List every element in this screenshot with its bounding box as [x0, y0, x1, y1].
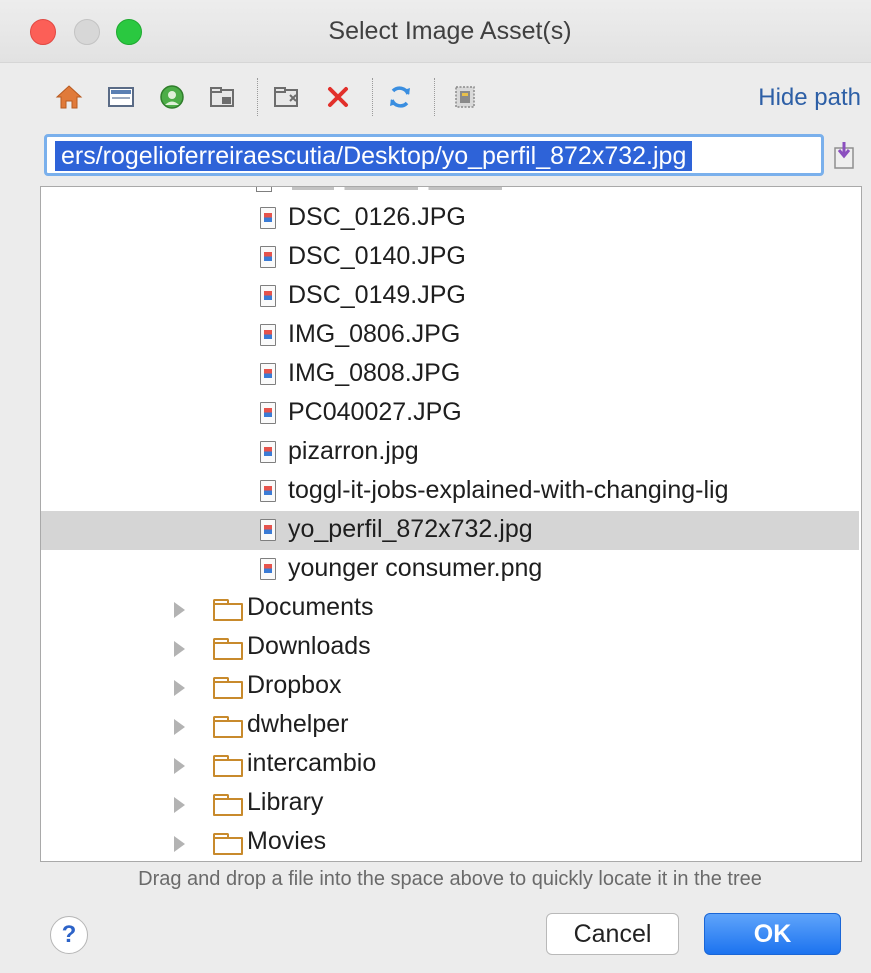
tree-folder-name: Movies	[247, 827, 327, 855]
expand-arrow-icon[interactable]	[174, 719, 185, 735]
tree-folder-row[interactable]: Library	[41, 784, 859, 823]
tree-folder-name: intercambio	[247, 749, 377, 777]
image-file-icon	[260, 363, 276, 385]
tree-folder-row[interactable]: dwhelper	[41, 706, 859, 745]
tree-file-row[interactable]: IMG_0806.JPG	[41, 316, 859, 355]
tree-folder-name: Dropbox	[247, 671, 342, 699]
path-input[interactable]: ers/rogelioferreiraescutia/Desktop/yo_pe…	[44, 134, 824, 176]
tree-file-name: IMG_0806.JPG	[288, 320, 461, 348]
tree-file-row[interactable]: IMG_0808.JPG	[41, 355, 859, 394]
tree-file-row[interactable]: pizarron.jpg	[41, 433, 859, 472]
folder-icon	[213, 755, 243, 777]
image-file-icon	[260, 246, 276, 268]
delete-icon[interactable]	[323, 82, 353, 112]
dialog-title: Select Image Asset(s)	[328, 17, 572, 45]
tree-file-row[interactable]: younger consumer.png	[41, 550, 859, 589]
partially-hidden-row	[256, 187, 506, 193]
tree-file-row-selected[interactable]: yo_perfil_872x732.jpg	[41, 511, 859, 550]
tree-folder-row[interactable]: intercambio	[41, 745, 859, 784]
home-icon[interactable]	[54, 82, 84, 112]
image-file-icon	[260, 207, 276, 229]
new-folder-icon[interactable]	[272, 82, 302, 112]
tree-file-row[interactable]: PC040027.JPG	[41, 394, 859, 433]
tree-file-name: DSC_0140.JPG	[288, 242, 466, 270]
expand-arrow-icon[interactable]	[174, 836, 185, 852]
expand-arrow-icon[interactable]	[174, 758, 185, 774]
folder-icon	[213, 677, 243, 699]
title-bar[interactable]: Select Image Asset(s)	[0, 0, 871, 63]
tree-file-name: DSC_0126.JPG	[288, 203, 466, 231]
tree-file-row[interactable]: toggl-it-jobs-explained-with-changing-li…	[41, 472, 859, 511]
image-file-icon	[260, 558, 276, 580]
hide-path-link[interactable]: Hide path	[758, 84, 861, 112]
path-input-value: ers/rogelioferreiraescutia/Desktop/yo_pe…	[55, 141, 693, 171]
show-hidden-icon[interactable]	[450, 82, 480, 112]
folder-icon	[213, 599, 243, 621]
drag-drop-hint: Drag and drop a file into the space abov…	[138, 868, 762, 890]
tree-file-name: pizarron.jpg	[288, 437, 419, 465]
cancel-button[interactable]: Cancel	[546, 913, 679, 955]
tree-folder-name: Library	[247, 788, 324, 816]
image-file-icon	[260, 480, 276, 502]
folder-icon	[213, 833, 243, 855]
tree-folder-row[interactable]: Documents	[41, 589, 859, 628]
path-history-icon[interactable]	[832, 140, 856, 170]
toolbar-separator	[372, 78, 374, 116]
expand-arrow-icon[interactable]	[174, 797, 185, 813]
dialog-window: Select Image Asset(s) Hide path ers/roge…	[0, 0, 871, 973]
expand-arrow-icon[interactable]	[174, 602, 185, 618]
expand-arrow-icon[interactable]	[174, 641, 185, 657]
image-file-icon	[260, 519, 276, 541]
project-icon[interactable]	[157, 82, 187, 112]
folder-icon	[213, 716, 243, 738]
ok-button[interactable]: OK	[704, 913, 841, 955]
image-file-icon	[260, 285, 276, 307]
toolbar-separator	[257, 78, 259, 116]
toolbar-separator	[434, 78, 436, 116]
tree-folder-name: Documents	[247, 593, 374, 621]
tree-file-row[interactable]: DSC_0149.JPG	[41, 277, 859, 316]
tree-folder-row[interactable]: Dropbox	[41, 667, 859, 706]
image-file-icon	[260, 402, 276, 424]
tree-file-name: toggl-it-jobs-explained-with-changing-li…	[288, 476, 729, 504]
tree-file-row[interactable]: DSC_0140.JPG	[41, 238, 859, 277]
tree-file-name: DSC_0149.JPG	[288, 281, 466, 309]
tree-folder-row[interactable]: Downloads	[41, 628, 859, 667]
expand-arrow-icon[interactable]	[174, 680, 185, 696]
tree-folder-name: dwhelper	[247, 710, 349, 738]
desktop-icon[interactable]	[106, 82, 136, 112]
tree-file-name: IMG_0808.JPG	[288, 359, 461, 387]
file-tree[interactable]: DSC_0126.JPG DSC_0140.JPG DSC_0149.JPG I…	[40, 186, 862, 862]
tree-folder-row[interactable]: Movies	[41, 823, 859, 861]
folder-icon	[213, 638, 243, 660]
module-icon[interactable]	[207, 82, 237, 112]
help-button[interactable]: ?	[50, 916, 88, 954]
tree-file-name: yo_perfil_872x732.jpg	[288, 515, 533, 543]
folder-icon	[213, 794, 243, 816]
image-file-icon	[260, 441, 276, 463]
tree-folder-name: Downloads	[247, 632, 371, 660]
refresh-icon[interactable]	[385, 82, 415, 112]
tree-file-name: younger consumer.png	[288, 554, 543, 582]
tree-file-row[interactable]: DSC_0126.JPG	[41, 199, 859, 238]
image-file-icon	[260, 324, 276, 346]
tree-file-name: PC040027.JPG	[288, 398, 462, 426]
